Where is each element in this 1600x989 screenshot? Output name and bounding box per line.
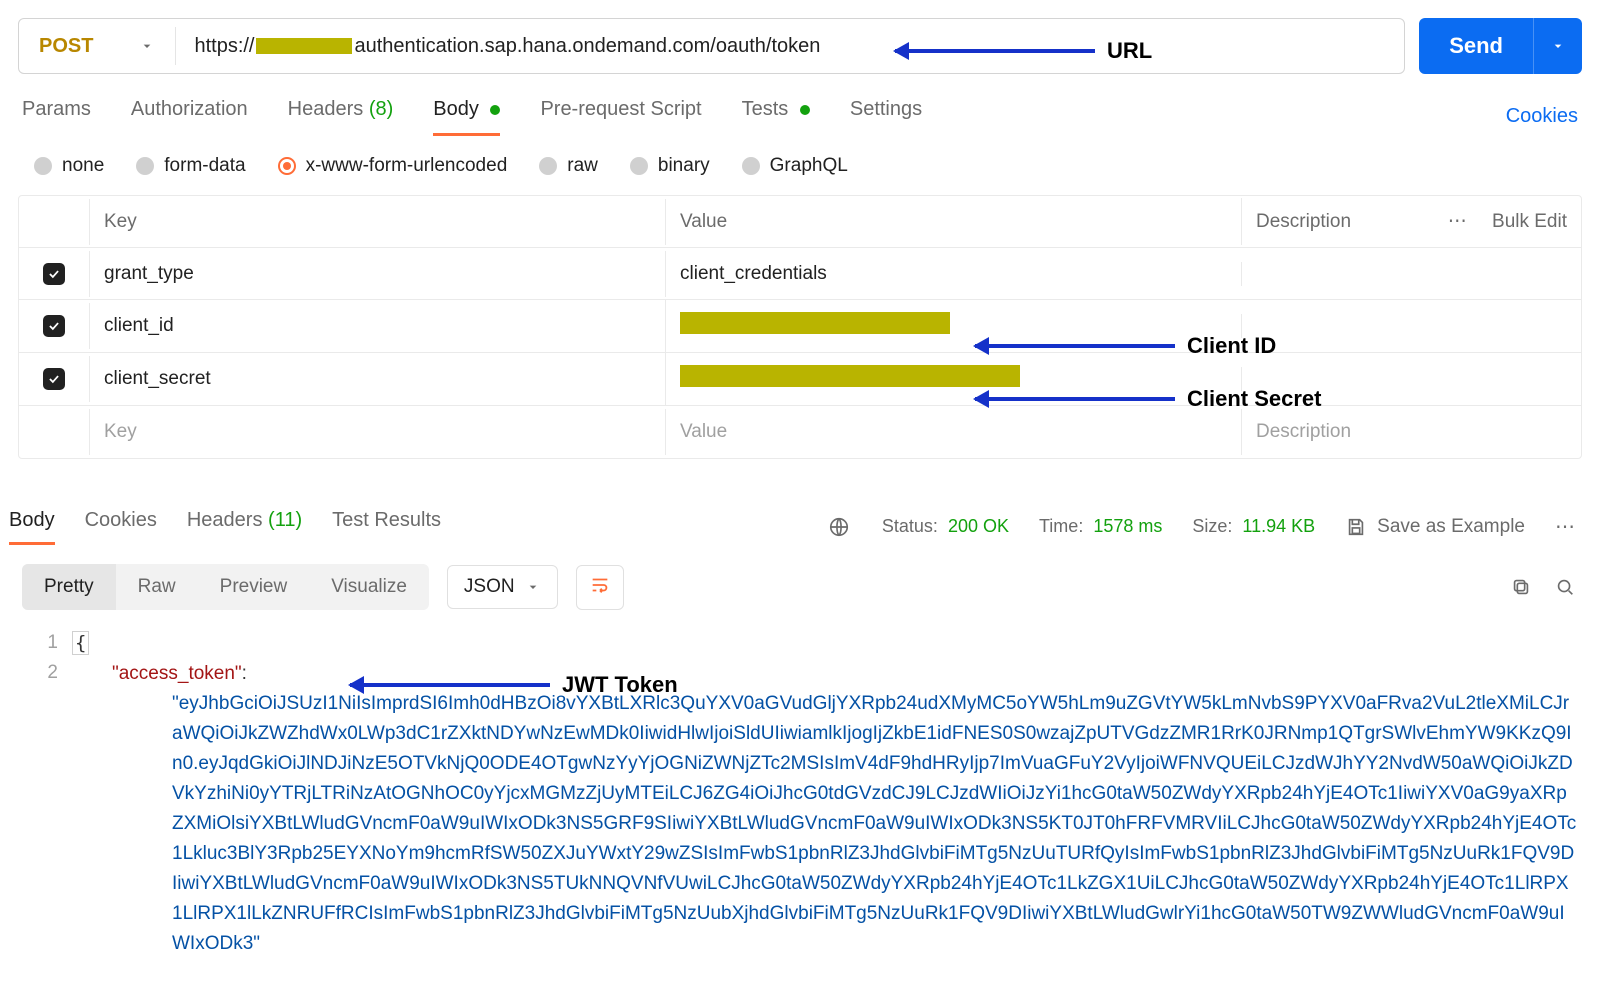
col-key: Key	[89, 199, 665, 245]
response-time: Time: 1578 ms	[1039, 516, 1162, 537]
radio-circle-icon	[539, 157, 557, 175]
bodytype-none-label: none	[62, 155, 104, 177]
view-raw[interactable]: Raw	[116, 564, 198, 610]
resp-tab-headers-label: Headers	[187, 509, 263, 531]
json-value-access-token: "eyJhbGciOiJSUzI1NiIsImprdSI6Imh0dHBzOi8…	[112, 689, 1578, 959]
table-row: client_id	[19, 300, 1581, 353]
table-row: client_secret	[19, 353, 1581, 406]
url-bar: POST https:// authentication.sap.hana.ond…	[18, 18, 1405, 74]
kv-value[interactable]	[665, 300, 1241, 352]
bodytype-binary-label: binary	[658, 155, 710, 177]
tab-body[interactable]: Body	[433, 98, 500, 135]
save-as-example-button[interactable]: Save as Example	[1345, 516, 1525, 538]
tab-authorization[interactable]: Authorization	[131, 98, 248, 135]
network-info-icon[interactable]	[826, 514, 852, 540]
resp-tab-cookies[interactable]: Cookies	[85, 509, 157, 544]
bulk-edit-link[interactable]: Bulk Edit	[1492, 211, 1567, 232]
copy-response-button[interactable]	[1508, 574, 1534, 600]
resp-tab-headers[interactable]: Headers (11)	[187, 509, 302, 544]
col-description: Description	[1256, 211, 1351, 233]
resp-tab-results[interactable]: Test Results	[332, 509, 441, 544]
bodytype-graphql-label: GraphQL	[770, 155, 848, 177]
wrap-lines-button[interactable]	[576, 565, 624, 610]
kv-value-placeholder[interactable]: Value	[665, 409, 1241, 455]
radio-circle-icon	[136, 157, 154, 175]
tab-headers[interactable]: Headers (8)	[288, 98, 394, 135]
radio-circle-icon	[742, 157, 760, 175]
row-enabled-checkbox[interactable]	[43, 315, 65, 337]
bodytype-xwww-label: x-www-form-urlencoded	[306, 155, 508, 177]
row-enabled-checkbox[interactable]	[43, 368, 65, 390]
method-label: POST	[39, 35, 93, 58]
kv-key[interactable]: grant_type	[89, 251, 665, 297]
table-row-placeholder: Key Value Description	[19, 406, 1581, 458]
cookies-link[interactable]: Cookies	[1506, 105, 1578, 128]
bodytype-graphql[interactable]: GraphQL	[742, 155, 848, 177]
view-visualize[interactable]: Visualize	[309, 564, 429, 610]
kv-desc[interactable]	[1241, 367, 1581, 391]
send-button-group: Send	[1419, 18, 1582, 74]
bodytype-raw-label: raw	[567, 155, 598, 177]
radio-circle-icon	[278, 157, 296, 175]
modified-dot-icon	[490, 105, 500, 115]
bodytype-formdata-label: form-data	[164, 155, 245, 177]
tab-body-label: Body	[433, 98, 479, 120]
bodytype-raw[interactable]: raw	[539, 155, 598, 177]
table-row: grant_type client_credentials	[19, 248, 1581, 300]
send-dropdown[interactable]	[1533, 18, 1582, 74]
view-mode-segment: Pretty Raw Preview Visualize	[22, 564, 429, 610]
column-menu-button[interactable]: ⋯	[1448, 211, 1469, 232]
url-redacted-segment	[256, 38, 352, 54]
chevron-down-icon	[525, 579, 541, 595]
kv-key[interactable]: client_secret	[89, 356, 665, 402]
modified-dot-icon	[800, 105, 810, 115]
tab-tests-label: Tests	[742, 98, 789, 120]
resp-tab-headers-count: (11)	[268, 509, 302, 531]
search-response-button[interactable]	[1552, 574, 1578, 600]
chevron-down-icon	[1550, 38, 1566, 54]
chevron-down-icon	[139, 38, 155, 54]
radio-circle-icon	[34, 157, 52, 175]
kv-desc[interactable]	[1241, 262, 1581, 286]
url-prefix: https://	[194, 35, 254, 57]
bodytype-none[interactable]: none	[34, 155, 104, 177]
view-preview[interactable]: Preview	[198, 564, 310, 610]
url-input[interactable]: https:// authentication.sap.hana.ondemand…	[176, 35, 1404, 58]
radio-circle-icon	[630, 157, 648, 175]
line-gutter: 1 2	[22, 628, 72, 959]
kv-desc[interactable]	[1241, 314, 1581, 338]
view-pretty[interactable]: Pretty	[22, 564, 116, 610]
col-value: Value	[665, 199, 1241, 245]
kv-value[interactable]	[665, 353, 1241, 405]
kv-desc-placeholder[interactable]: Description	[1241, 409, 1581, 455]
response-body[interactable]: 1 2 { "access_token": "eyJhbGciOiJSUzI1N…	[0, 610, 1600, 959]
bodytype-xwww[interactable]: x-www-form-urlencoded	[278, 155, 508, 177]
response-size: Size: 11.94 KB	[1192, 516, 1315, 537]
resp-tab-body[interactable]: Body	[9, 509, 55, 544]
kv-key-placeholder[interactable]: Key	[89, 409, 665, 455]
json-key-access-token: "access_token"	[112, 663, 242, 684]
tab-params[interactable]: Params	[22, 98, 91, 135]
response-status: Status: 200 OK	[882, 516, 1009, 537]
tab-settings[interactable]: Settings	[850, 98, 922, 135]
redacted-value	[680, 365, 1020, 387]
url-suffix: authentication.sap.hana.ondemand.com/oau…	[354, 35, 820, 57]
redacted-value	[680, 312, 950, 334]
tab-headers-label: Headers	[288, 98, 364, 120]
format-label: JSON	[464, 576, 515, 598]
method-select[interactable]: POST	[19, 27, 176, 65]
tab-headers-count: (8)	[369, 98, 393, 120]
send-button[interactable]: Send	[1419, 18, 1533, 74]
body-kv-table: Key Value Description ⋯ Bulk Edit grant_…	[18, 195, 1582, 459]
tab-prerequest[interactable]: Pre-request Script	[540, 98, 701, 135]
more-options-button[interactable]: ⋯	[1555, 514, 1578, 539]
bodytype-formdata[interactable]: form-data	[136, 155, 245, 177]
tab-tests[interactable]: Tests	[742, 98, 810, 135]
format-select[interactable]: JSON	[447, 565, 558, 609]
bodytype-binary[interactable]: binary	[630, 155, 710, 177]
row-enabled-checkbox[interactable]	[43, 263, 65, 285]
kv-value[interactable]: client_credentials	[665, 251, 1241, 297]
kv-key[interactable]: client_id	[89, 303, 665, 349]
